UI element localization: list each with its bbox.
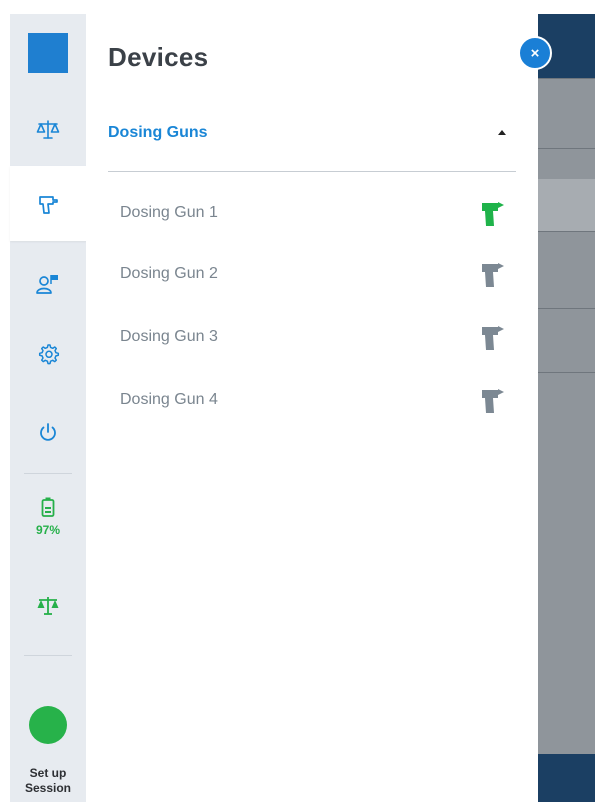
nav-settings[interactable]	[10, 328, 86, 380]
scale-status[interactable]	[10, 586, 86, 626]
dosing-gun-icon	[482, 202, 504, 226]
caret-up-icon	[498, 130, 506, 135]
device-row-4[interactable]: Dosing Gun 4	[120, 384, 516, 418]
dosing-gun-icon	[482, 326, 504, 350]
background-row-highlight	[538, 179, 595, 231]
device-row-3[interactable]: Dosing Gun 3	[120, 321, 516, 355]
background-divider	[538, 231, 595, 232]
dosing-gun-icon	[38, 195, 58, 214]
gear-icon	[38, 344, 60, 365]
scale-icon	[36, 120, 60, 139]
device-label: Dosing Gun 2	[120, 265, 218, 282]
device-row-2[interactable]: Dosing Gun 2	[120, 258, 516, 292]
background-divider	[538, 148, 595, 149]
nav-rail: 97% Set up Session	[10, 14, 87, 802]
dosing-gun-shape	[482, 202, 504, 226]
background-divider	[538, 372, 595, 373]
background-divider	[538, 78, 595, 79]
battery-icon	[41, 497, 55, 517]
power-icon	[40, 423, 56, 441]
background-app-overlay[interactable]	[538, 14, 595, 802]
dosing-gun-shape	[482, 263, 504, 287]
setup-session-label-line1: Set up	[29, 766, 67, 780]
devices-drawer: Devices Dosing Guns Dosing Gun 1 Dosing …	[86, 14, 538, 802]
section-title: Dosing Guns	[108, 124, 208, 141]
drawer-title: Devices	[108, 42, 209, 72]
nav-scale[interactable]	[10, 104, 86, 156]
setup-session-button[interactable]: Set up Session	[10, 766, 86, 796]
device-label: Dosing Gun 1	[120, 204, 218, 221]
device-label: Dosing Gun 4	[120, 391, 218, 408]
nav-dosing-guns[interactable]	[10, 166, 87, 241]
setup-session-label-line2: Session	[24, 781, 72, 795]
dosing-gun-shape	[482, 389, 504, 413]
background-footer-bar	[538, 754, 595, 802]
device-label: Dosing Gun 3	[120, 328, 218, 345]
top-strip	[0, 0, 595, 14]
scale-icon	[37, 597, 59, 615]
dosing-gun-icon	[482, 389, 504, 413]
device-row-1[interactable]: Dosing Gun 1	[120, 197, 516, 231]
background-divider	[538, 308, 595, 309]
close-icon: ×	[530, 44, 540, 62]
session-status-indicator[interactable]	[29, 706, 67, 744]
app-logo[interactable]	[28, 33, 68, 73]
rail-divider	[24, 655, 72, 656]
close-button[interactable]: ×	[518, 36, 552, 70]
dosing-gun-icon	[482, 263, 504, 287]
section-divider	[108, 171, 516, 172]
user-flag-icon	[36, 275, 58, 294]
battery-status: 97%	[10, 497, 86, 557]
rail-divider	[24, 473, 72, 474]
section-header-dosing-guns[interactable]: Dosing Guns	[108, 110, 516, 172]
battery-percent: 97%	[35, 523, 61, 537]
nav-user-flag[interactable]	[10, 259, 86, 309]
nav-power[interactable]	[10, 406, 86, 458]
dosing-gun-shape	[482, 326, 504, 350]
